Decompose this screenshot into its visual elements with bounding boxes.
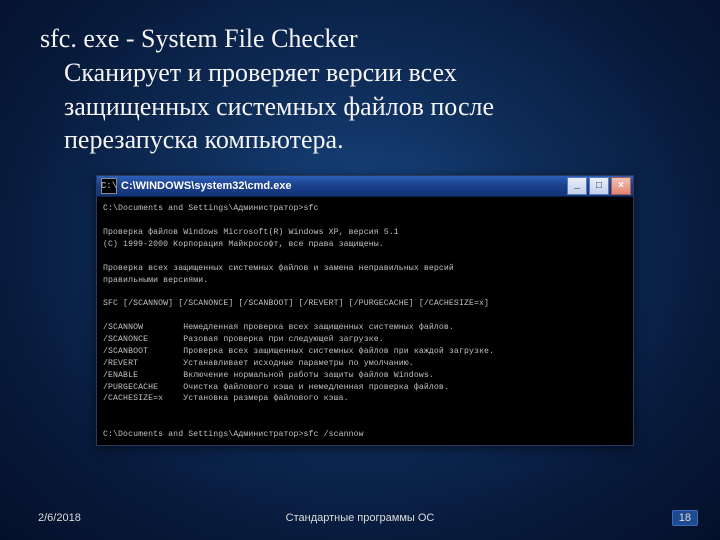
cmd-window: C:\ C:\WINDOWS\system32\cmd.exe _ □ × C:… <box>96 175 634 446</box>
window-buttons: _ □ × <box>567 177 631 195</box>
heading-desc-line3: перезапуска компьютера. <box>40 123 688 157</box>
slide-body: sfc. exe - System File Checker Сканирует… <box>0 0 720 540</box>
slide-heading: sfc. exe - System File Checker Сканирует… <box>40 22 688 157</box>
minimize-button[interactable]: _ <box>567 177 587 195</box>
page-number: 18 <box>672 510 698 526</box>
footer-caption: Стандартные программы ОС <box>286 512 435 524</box>
cmd-app-icon: C:\ <box>101 178 117 194</box>
maximize-button[interactable]: □ <box>589 177 609 195</box>
heading-desc-line2: защищенных системных файлов после <box>40 90 688 124</box>
window-title: C:\WINDOWS\system32\cmd.exe <box>121 180 567 192</box>
close-button[interactable]: × <box>611 177 631 195</box>
footer-date: 2/6/2018 <box>38 512 81 524</box>
heading-desc-line1: Сканирует и проверяет версии всех <box>40 56 688 90</box>
slide-footer: 2/6/2018 Стандартные программы ОС 18 <box>0 510 720 526</box>
console-output[interactable]: C:\Documents and Settings\Администратор>… <box>97 197 633 445</box>
titlebar[interactable]: C:\ C:\WINDOWS\system32\cmd.exe _ □ × <box>97 176 633 197</box>
heading-title: sfc. exe - System File Checker <box>40 22 688 56</box>
